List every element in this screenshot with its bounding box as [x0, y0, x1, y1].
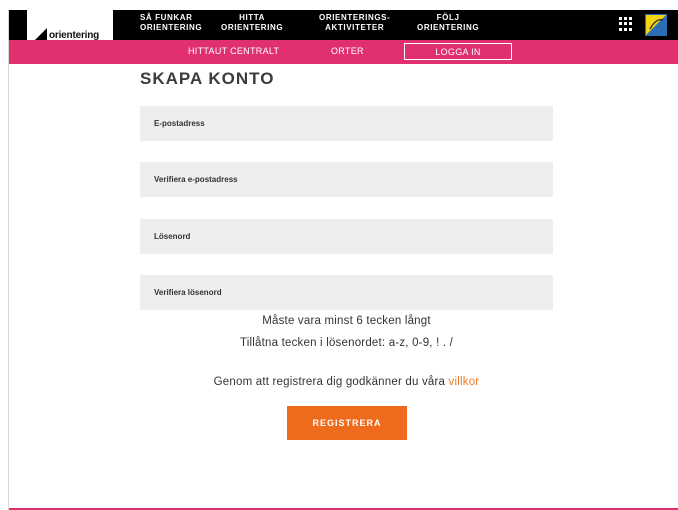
email-field[interactable] [140, 106, 553, 141]
top-navigation-bar: orientering SÅ FUNKAR ORIENTERING HITTA … [9, 10, 678, 51]
nav-item-label-line1: ORIENTERINGS- [319, 13, 391, 22]
nav-item-label-line1: SÅ FUNKAR [140, 13, 193, 22]
password-field[interactable] [140, 219, 553, 254]
brand-flag-icon[interactable] [645, 14, 667, 36]
subnav-link-hittaut-centralt[interactable]: HITTAUT CENTRALT [188, 46, 279, 56]
subnav-link-orter[interactable]: ORTER [331, 46, 364, 56]
password-chars-hint: Tillåtna tecken i lösenordet: a-z, 0-9, … [239, 337, 454, 349]
nav-item-label-line1: FÖLJ [436, 13, 460, 22]
nav-item-folj[interactable]: FÖLJ ORIENTERING [417, 13, 479, 33]
nav-item-label-line2: ORIENTERING [221, 23, 284, 32]
terms-label: Genom att registrera dig godkänner du vå… [213, 376, 446, 388]
nav-item-label-line2: AKTIVITETER [325, 23, 385, 32]
verify-password-field[interactable] [140, 275, 553, 310]
terms-text: Genom att registrera dig godkänner du vå… [140, 376, 553, 388]
nav-item-sa-funkar[interactable]: SÅ FUNKAR ORIENTERING [140, 13, 202, 33]
verify-email-field[interactable] [140, 162, 553, 197]
grid-icon[interactable] [619, 17, 633, 31]
nav-item-hitta[interactable]: HITTA ORIENTERING [221, 13, 283, 33]
register-button[interactable]: REGISTRERA [287, 406, 407, 440]
nav-item-label-line1: HITTA [239, 13, 266, 22]
password-length-hint: Måste vara minst 6 tecken långt [262, 315, 431, 327]
page-frame: orientering SÅ FUNKAR ORIENTERING HITTA … [8, 10, 678, 510]
sub-navigation-bar: HITTAUT CENTRALT ORTER LOGGA IN [9, 40, 678, 64]
login-button[interactable]: LOGGA IN [404, 43, 512, 60]
nav-item-label-line2: ORIENTERING [140, 23, 203, 32]
nav-item-label-line2: ORIENTERING [417, 23, 480, 32]
page-title: SKAPA KONTO [140, 69, 275, 88]
terms-link[interactable]: villkor [449, 376, 480, 388]
nav-item-aktiviteter[interactable]: ORIENTERINGS- AKTIVITETER [319, 13, 390, 33]
